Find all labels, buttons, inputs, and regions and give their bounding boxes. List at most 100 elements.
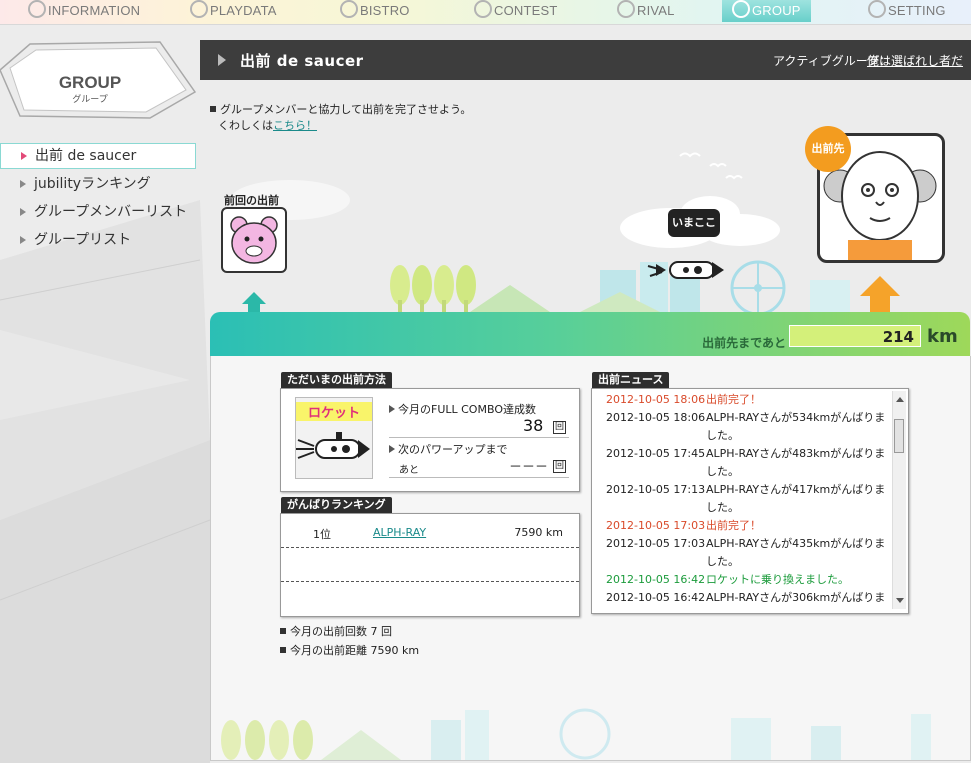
fullcombo-count: 38: [523, 416, 544, 435]
news-item: 2012-10-05 17:03 ALPH-RAYさんが435kmがんばりました。: [594, 535, 888, 571]
intro-text: グループメンバーと協力して出前を完了させよう。 くわしくはこちら！: [210, 102, 471, 134]
news-header: 出前ニュース: [592, 372, 670, 388]
powerup-remaining: －－－: [509, 460, 549, 475]
news-item: 2012-10-05 17:45 ALPH-RAYさんが483kmがんばりました。: [594, 445, 888, 481]
triangle-icon: [20, 208, 26, 216]
rival-icon: [617, 0, 635, 18]
triangle-icon: [20, 236, 26, 244]
bullet-icon: [280, 628, 286, 634]
news-item: 2012-10-05 18:06 出前完了！: [594, 391, 888, 409]
vehicle-panel: ロケット: [295, 397, 373, 479]
distance-value: 214: [789, 325, 921, 347]
distance-unit: km: [927, 326, 958, 347]
info-icon: [28, 0, 46, 18]
fullcombo-unit: 回: [553, 421, 566, 434]
triangle-icon: [20, 180, 26, 188]
news-text: 出前完了！: [706, 519, 761, 532]
news-text: ALPH-RAYさんが534kmがんばりました。: [706, 411, 886, 442]
distance-label: 出前先まであと: [702, 336, 786, 350]
news-text: 出前完了！: [706, 393, 761, 406]
group-icon: [732, 0, 750, 18]
sidebar-item-group-members[interactable]: グループメンバーリスト: [0, 199, 196, 225]
news-item: 2012-10-05 16:42ALPH-RAYさんが306kmがんばりました。: [594, 589, 888, 609]
ranking-row: [281, 548, 579, 582]
news-text: ALPH-RAYさんが435kmがんばりました。: [706, 537, 886, 568]
monthly-distance: 今月の出前距離 7590 km: [280, 642, 419, 658]
scroll-thumb[interactable]: [894, 419, 904, 453]
bistro-icon: [340, 0, 358, 18]
section-logo: GROUP グループ: [0, 41, 196, 119]
scroll-down-icon[interactable]: [896, 598, 904, 603]
news-date: 2012-10-05 18:06: [606, 393, 706, 406]
powerup-label: 次のパワーアップまで: [389, 441, 508, 457]
ranking-row: [281, 582, 579, 615]
scroll-up-icon[interactable]: [896, 397, 904, 402]
section-logo-subtitle: グループ: [72, 93, 107, 105]
nav-group[interactable]: GROUP: [722, 0, 811, 22]
news-scrollbar[interactable]: [892, 391, 906, 609]
rocket-icon: [296, 432, 370, 459]
news-date: 2012-10-05 17:03: [606, 519, 706, 532]
previous-delivery-label: 前回の出前: [224, 194, 279, 207]
news-text: ALPH-RAYさんが483kmがんばりました。: [706, 447, 886, 478]
setting-icon: [868, 0, 886, 18]
news-date: 2012-10-05 17:13: [606, 483, 706, 496]
nav-bistro[interactable]: BISTRO: [340, 0, 410, 22]
top-nav: INFORMATION PLAYDATA BISTRO CONTEST RIVA…: [0, 0, 971, 25]
triangle-icon: [218, 54, 226, 66]
sidebar-item-demae[interactable]: 出前 de saucer: [0, 143, 196, 169]
nav-playdata[interactable]: PLAYDATA: [190, 0, 277, 22]
news-date: 2012-10-05 16:42: [606, 573, 706, 586]
divider: [389, 477, 569, 478]
news-text: ロケットに乗り換えました。: [706, 573, 849, 586]
nav-information[interactable]: INFORMATION: [28, 0, 140, 22]
fullcombo-label: 今月のFULL COMBO達成数: [389, 401, 536, 417]
news-text: ALPH-RAYさんが306kmがんばりました。: [706, 591, 886, 604]
playdata-icon: [190, 0, 208, 18]
bullet-icon: [280, 647, 286, 653]
divider: [389, 437, 569, 438]
ranking-row: 1位 ALPH-RAY 7590 km: [281, 514, 579, 548]
triangle-icon: [389, 405, 395, 413]
method-box: ロケット 今月のFULL COMBO達成数 38 回 次のパワーアップまで あと…: [280, 388, 580, 492]
news-date: 2012-10-05 17:45: [606, 447, 706, 460]
current-position-label: いまここ: [668, 209, 720, 237]
bottom-scenery: [221, 708, 931, 760]
news-item: 2012-10-05 18:06 ALPH-RAYさんが534kmがんばりました。: [594, 409, 888, 445]
powerup-prefix: あと: [399, 465, 419, 476]
triangle-icon: [21, 152, 27, 160]
distance-bar: 出前先まであと 214 km: [210, 312, 970, 356]
sidebar-item-group-list[interactable]: グループリスト: [0, 227, 196, 253]
news-list[interactable]: 2012-10-05 18:06 出前完了！ 2012-10-05 18:06 ALP…: [594, 391, 888, 609]
nav-rival[interactable]: RIVAL: [617, 0, 675, 22]
news-text: ALPH-RAYさんが417kmがんばりました。: [706, 483, 886, 514]
section-logo-title: GROUP: [59, 73, 121, 92]
previous-delivery-avatar: [221, 207, 287, 273]
ranking-header: がんばりランキング: [281, 497, 392, 513]
news-date: 2012-10-05 18:06: [606, 411, 706, 424]
destination-badge: 出前先: [805, 126, 851, 172]
sidebar-item-jubility-ranking[interactable]: jubilityランキング: [0, 171, 196, 197]
bullet-icon: [210, 106, 216, 112]
page-title: 出前 de saucer: [240, 52, 364, 70]
ranking-box: 1位 ALPH-RAY 7590 km: [280, 513, 580, 617]
method-header: ただいまの出前方法: [281, 372, 392, 388]
triangle-icon: [389, 445, 395, 453]
bear-icon: [230, 216, 278, 264]
news-item: 2012-10-05 16:42 ロケットに乗り換えました。: [594, 571, 888, 589]
details-link[interactable]: こちら！: [273, 119, 317, 132]
news-date: 2012-10-05 17:03: [606, 537, 706, 550]
news-box: 2012-10-05 18:06 出前完了！ 2012-10-05 18:06 ALP…: [591, 388, 909, 614]
news-date: 2012-10-05 16:42: [606, 591, 706, 604]
ranking-player-link[interactable]: ALPH-RAY: [373, 526, 426, 539]
monthly-count: 今月の出前回数 7 回: [280, 623, 392, 639]
news-item: 2012-10-05 17:03 出前完了！: [594, 517, 888, 535]
nav-setting[interactable]: SETTING: [868, 0, 946, 22]
news-item: 2012-10-05 17:13 ALPH-RAYさんが417kmがんばりました。: [594, 481, 888, 517]
powerup-unit: 回: [553, 460, 566, 473]
active-group-link[interactable]: 俺は選ばれし者だ: [867, 52, 963, 69]
nav-contest[interactable]: CONTEST: [474, 0, 558, 22]
sidebar: 出前 de saucer jubilityランキング グループメンバーリスト グ…: [0, 143, 196, 255]
contest-icon: [474, 0, 492, 18]
page-header: 出前 de saucer アクティブグループ： 俺は選ばれし者だ: [200, 40, 971, 80]
